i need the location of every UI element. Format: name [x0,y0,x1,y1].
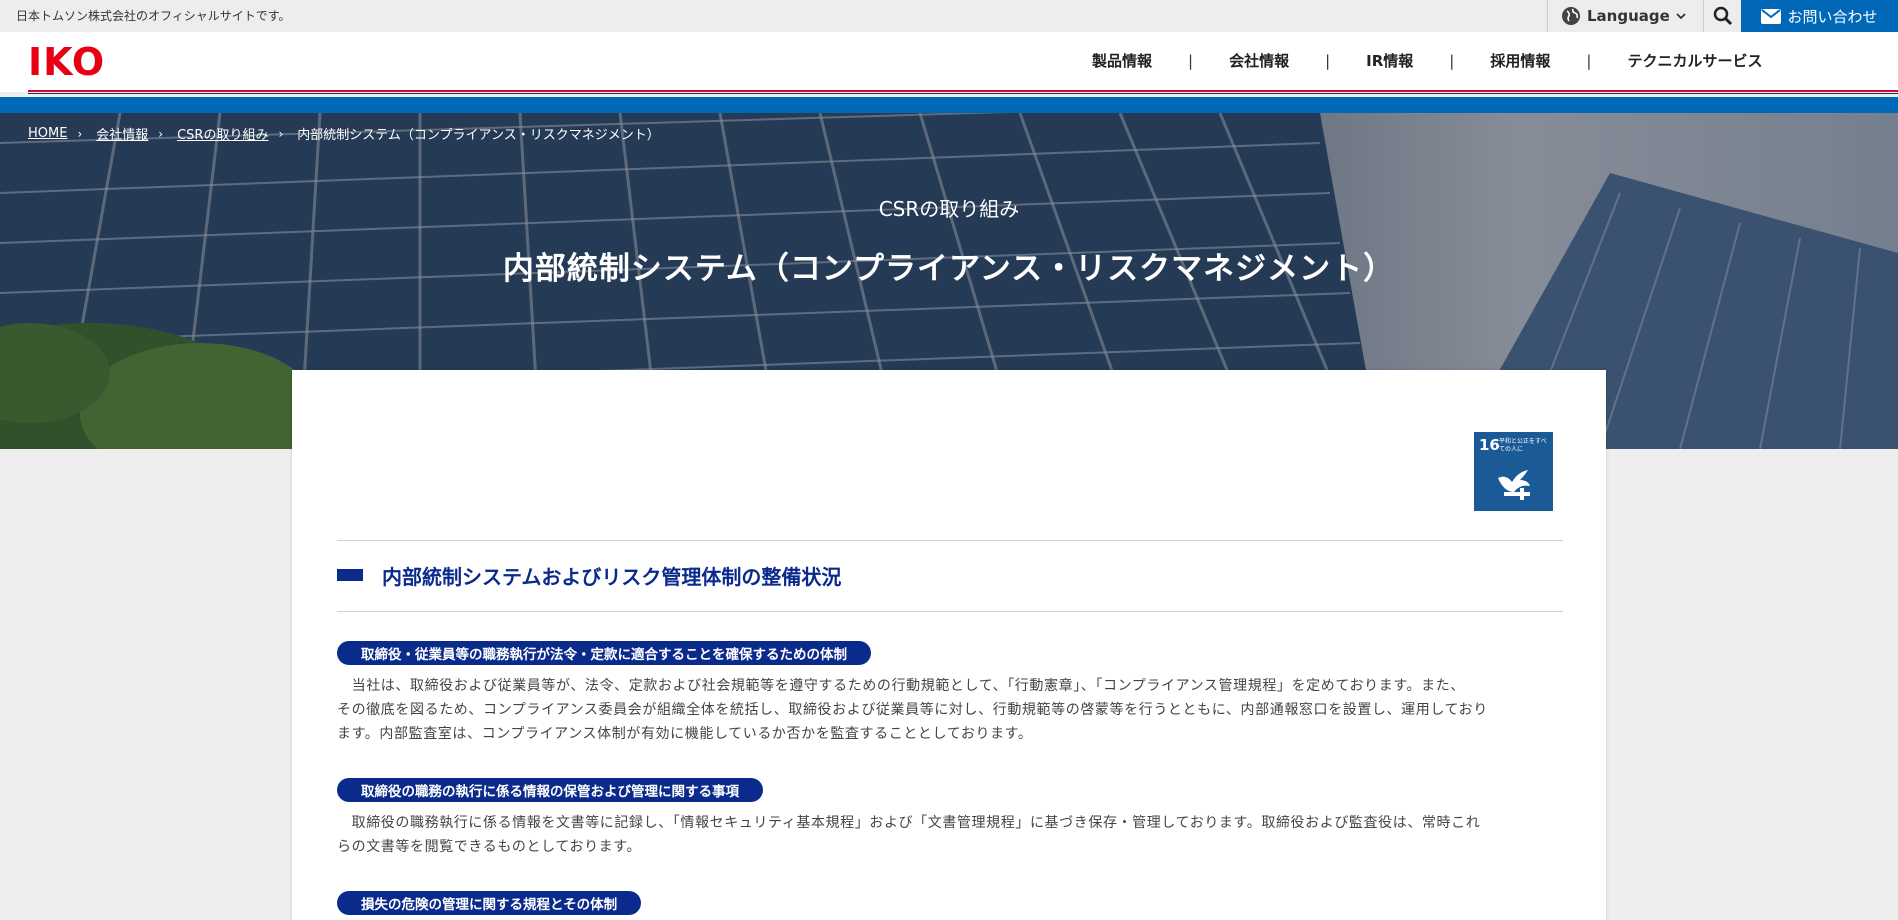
header-red-rule [28,90,1898,92]
page-title: 内部統制システム（コンプライアンス・リスクマネジメント） [502,251,1396,287]
contact-button[interactable]: お問い合わせ [1741,0,1898,32]
globe-icon [1562,7,1580,25]
chevron-right-icon: › [158,126,164,141]
nav-separator: | [1325,51,1331,70]
chevron-right-icon: › [77,126,83,141]
section-paragraph-information: 取締役の職務執行に係る情報を文書等に記録し、「情報セキュリティ基本規程」および「… [337,811,1563,859]
breadcrumb: HOME › 会社情報 › CSRの取り組み › 内部統制システム（コンプライア… [28,124,660,143]
contact-label: お問い合わせ [1787,7,1878,26]
paragraph-line: らの文書等を閲覧できるものとしております。 [337,839,642,855]
header-navy-rule [28,93,1898,94]
paragraph-line: 当社は、取締役および従業員等が、法令、定款および社会規範等を遵守するための行動規… [337,678,1465,694]
breadcrumb-csr[interactable]: CSRの取り組み [177,124,268,143]
hero-subtitle: CSRの取り組み [878,197,1020,221]
heading-marker [337,569,363,581]
global-nav: 製品情報 | 会社情報 | IR情報 | 採用情報 | テクニカルサービス [1080,50,1774,71]
site-header: IKO 製品情報 | 会社情報 | IR情報 | 採用情報 | テクニカルサービ… [0,32,1898,92]
iko-logo[interactable]: IKO [28,40,132,84]
nav-item-products[interactable]: 製品情報 [1080,50,1164,71]
top-utility-bar: 日本トムソン株式会社のオフィシャルサイトです。 Language お問い合わせ [0,0,1898,32]
nav-item-ir[interactable]: IR情報 [1354,50,1425,71]
language-selector[interactable]: Language [1547,0,1703,32]
breadcrumb-home[interactable]: HOME [28,126,67,141]
site-tagline: 日本トムソン株式会社のオフィシャルサイトです。 [16,9,291,23]
language-label: Language [1587,7,1670,25]
nav-item-careers[interactable]: 採用情報 [1478,50,1562,71]
header-blue-strip [0,97,1898,113]
breadcrumb-company[interactable]: 会社情報 [96,124,148,143]
nav-separator: | [1586,51,1592,70]
section-pill-risk: 損失の危険の管理に関する規程とその体制 [337,891,642,915]
chevron-right-icon: › [278,126,284,141]
section-pill-information: 取締役の職務の執行に係る情報の保管および管理に関する事項 [337,778,763,802]
sdg-16-badge: 16 平和と公正をすべての人に [1474,432,1553,511]
paragraph-line: 取締役の職務執行に係る情報を文書等に記録し、「情報セキュリティ基本規程」および「… [337,815,1481,831]
search-button[interactable] [1703,0,1741,32]
heading-bottom-rule [337,611,1563,612]
nav-item-technical-service[interactable]: テクニカルサービス [1615,50,1774,71]
sdg-label: 平和と公正をすべての人に [1499,438,1547,453]
chevron-down-icon [1676,13,1686,20]
nav-separator: | [1188,51,1194,70]
nav-item-company[interactable]: 会社情報 [1217,50,1301,71]
section-heading: 内部統制システムおよびリスク管理体制の整備状況 [382,565,842,589]
paragraph-line: その徹底を図るため、コンプライアンス委員会が組織全体を統括し、取締役および従業員… [337,702,1488,718]
search-icon [1713,6,1732,26]
mail-icon [1761,8,1782,24]
nav-separator: | [1449,51,1455,70]
paragraph-line: ます。内部監査室は、コンプライアンス体制が有効に機能しているか否かを監査すること… [337,726,1033,742]
breadcrumb-current: 内部統制システム（コンプライアンス・リスクマネジメント） [297,128,660,143]
sdg-number: 16 [1479,436,1500,454]
dove-icon [1498,470,1530,500]
svg-text:IKO: IKO [28,42,105,80]
heading-top-rule [337,540,1563,541]
section-paragraph-compliance: 当社は、取締役および従業員等が、法令、定款および社会規範等を遵守するための行動規… [337,674,1563,746]
section-pill-compliance: 取締役・従業員等の職務執行が法令・定款に適合することを確保するための体制 [337,641,871,665]
